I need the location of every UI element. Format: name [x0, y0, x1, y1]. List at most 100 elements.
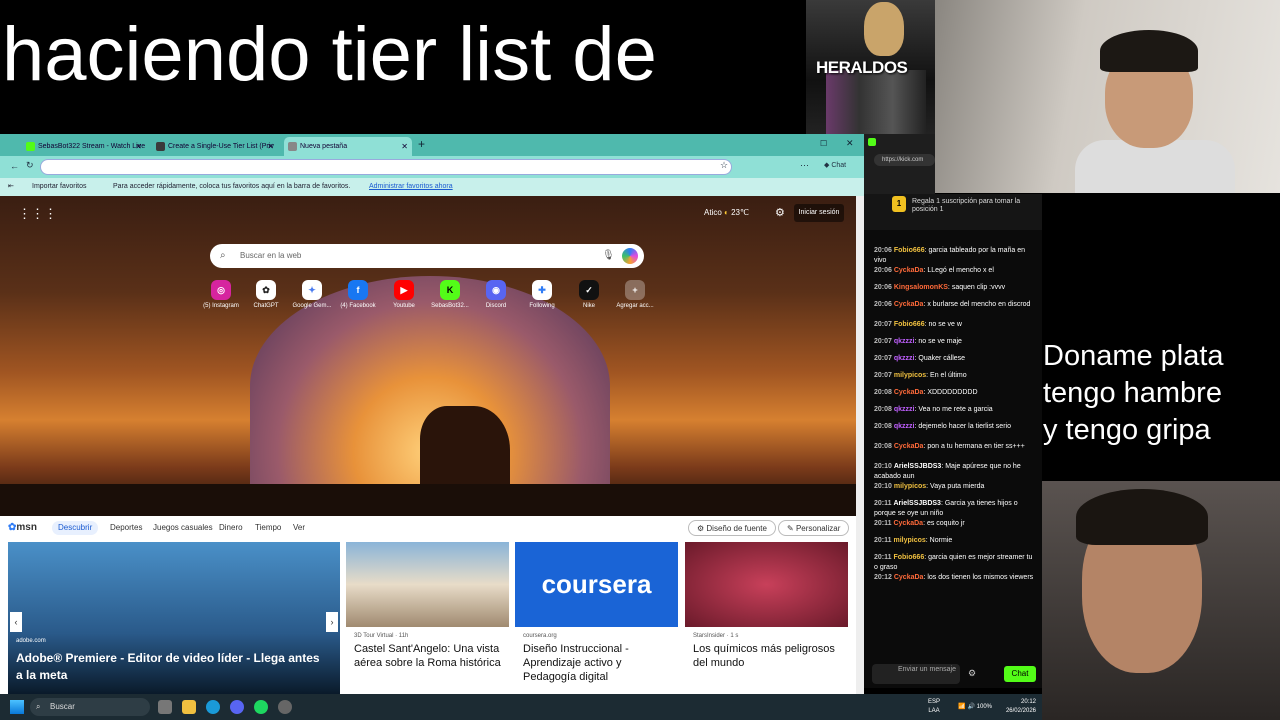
- msn-tab-watch[interactable]: Ver: [293, 516, 305, 540]
- windows-start-icon[interactable]: [10, 700, 24, 714]
- msn-tab-games[interactable]: Juegos casuales: [153, 516, 213, 540]
- message-time: 20:07: [874, 372, 892, 379]
- chat-message: 20:08 CyckaDa: XDDDDDDDDD: [874, 389, 978, 396]
- message-user[interactable]: CyckaDa: [893, 520, 923, 527]
- msn-tab-sports[interactable]: Deportes: [110, 516, 142, 540]
- shortcut-youtube[interactable]: ▶ Youtube: [381, 280, 427, 309]
- discord-icon[interactable]: [230, 700, 244, 714]
- card-source: 3D Tour Virtual · 11h: [354, 633, 409, 639]
- news-card-chemicals[interactable]: StarsInsider · 1 s Los químicos más peli…: [685, 542, 848, 694]
- message-user[interactable]: CyckaDa: [894, 389, 924, 396]
- microphone-icon[interactable]: 🎙: [602, 244, 615, 268]
- message-user[interactable]: ArielSSJBDS3: [893, 500, 940, 507]
- language-indicator[interactable]: ESP LAA: [928, 698, 940, 716]
- taskbar-search[interactable]: ⌕ Buscar: [30, 698, 150, 716]
- shortcut-add[interactable]: + Agregar acc...: [612, 280, 658, 309]
- message-user[interactable]: Fobio666: [893, 554, 924, 561]
- scrollbar[interactable]: [856, 196, 864, 694]
- refresh-icon[interactable]: ↻: [26, 160, 34, 171]
- gear-icon[interactable]: ⚙: [775, 206, 785, 219]
- message-time: 20:06: [874, 247, 892, 254]
- message-user[interactable]: Fobio666: [894, 321, 925, 328]
- message-user[interactable]: CyckaDa: [894, 267, 924, 274]
- next-arrow-icon[interactable]: ›: [326, 612, 338, 632]
- signin-button[interactable]: Iniciar sesión: [794, 204, 844, 222]
- message-user[interactable]: Fobio666: [894, 247, 925, 254]
- shortcut-kick[interactable]: K SebasBot32...: [427, 280, 473, 309]
- message-user[interactable]: qkzzzi: [894, 406, 915, 413]
- chat-message: 20:11 CyckaDa: es coquito jr: [874, 520, 965, 527]
- msn-tab-discover[interactable]: Descubrir: [52, 521, 99, 535]
- shortcut-instagram[interactable]: ◎ (5) Instagram: [198, 280, 244, 309]
- message-user[interactable]: CyckaDa: [894, 574, 924, 581]
- tab-new-tab[interactable]: Nueva pestaña ✕: [284, 137, 412, 156]
- close-icon[interactable]: ✕: [267, 137, 274, 156]
- message-user[interactable]: milypicos: [894, 483, 926, 490]
- message-user[interactable]: qkzzzi: [894, 355, 915, 362]
- tierlist-icon: [156, 142, 165, 151]
- copilot-chat-button[interactable]: ◆ Chat: [824, 161, 846, 169]
- weather-widget[interactable]: Atico ◐ 23℃: [704, 208, 749, 217]
- manage-favorites-link[interactable]: Administrar favoritos ahora: [369, 178, 453, 196]
- apps-grid-icon[interactable]: ⋮⋮⋮: [18, 206, 57, 222]
- prev-arrow-icon[interactable]: ‹: [10, 612, 22, 632]
- shortcut-nike[interactable]: ✓ Nike: [566, 280, 612, 309]
- news-card-adobe[interactable]: adobe.com Adobe® Premiere - Editor de vi…: [8, 542, 340, 694]
- chat-send-button[interactable]: Chat: [1004, 666, 1036, 682]
- message-user[interactable]: KingsalomonKS: [894, 284, 948, 291]
- webcam-hair: [1100, 30, 1198, 72]
- spotify-icon[interactable]: [254, 700, 268, 714]
- message-text: Quaker cállese: [918, 355, 966, 362]
- message-user[interactable]: milypicos: [893, 537, 925, 544]
- message-user[interactable]: CyckaDa: [894, 301, 924, 308]
- edge-icon[interactable]: [206, 700, 220, 714]
- clock[interactable]: 20:12 26/02/2026: [1006, 696, 1036, 716]
- settings-icon[interactable]: ⚙: [968, 668, 976, 679]
- close-icon[interactable]: ✕: [135, 137, 142, 156]
- message-user[interactable]: milypicos: [894, 372, 926, 379]
- message-text: los dos tienen los mismos viewers: [927, 574, 1034, 581]
- file-explorer-icon[interactable]: [182, 700, 196, 714]
- battery-indicator[interactable]: 📶 🔊 100%: [958, 703, 992, 712]
- chat-gift-banner[interactable]: 1 Regala 1 suscripción para tomar la pos…: [864, 194, 1042, 230]
- system-tray[interactable]: ESP LAA 📶 🔊 100% 20:12 26/02/2026: [928, 696, 1036, 716]
- message-time: 20:06: [874, 301, 892, 308]
- tab-tier-list[interactable]: Create a Single-Use Tier List (Priv ✕: [152, 137, 278, 156]
- new-tab-button[interactable]: +: [418, 137, 425, 151]
- star-icon[interactable]: ☆: [720, 160, 728, 171]
- shortcut-facebook[interactable]: f (4) Facebook: [335, 280, 381, 309]
- copilot-icon[interactable]: [622, 248, 638, 264]
- import-favorites-link[interactable]: Importar favoritos: [32, 178, 86, 196]
- message-text: En el último: [930, 372, 967, 379]
- news-card-coursera[interactable]: coursera coursera.org Diseño Instruccion…: [515, 542, 678, 694]
- news-card-roma[interactable]: 3D Tour Virtual · 11h Castel Sant'Angelo…: [346, 542, 509, 694]
- search-input[interactable]: ⌕ Buscar en la web 🎙: [210, 244, 644, 268]
- chat-input[interactable]: Enviar un mensaje: [872, 664, 960, 684]
- shortcut-gemini[interactable]: ✦ Google Gem...: [289, 280, 335, 309]
- msn-tab-money[interactable]: Dinero: [219, 516, 243, 540]
- shortcut-discord[interactable]: ◉ Discord: [473, 280, 519, 309]
- message-user[interactable]: ArielSSJBDS3: [894, 463, 941, 470]
- close-window-icon[interactable]: ✕: [846, 138, 854, 149]
- shortcut-chatgpt[interactable]: ✿ ChatGPT: [243, 280, 289, 309]
- message-user[interactable]: CyckaDa: [894, 443, 924, 450]
- back-icon[interactable]: ←: [10, 161, 19, 171]
- chat-url[interactable]: https://kick.com: [874, 154, 935, 166]
- message-time: 20:11: [874, 520, 892, 527]
- maximize-icon[interactable]: ☐: [820, 139, 827, 148]
- msn-tab-weather[interactable]: Tiempo: [255, 516, 281, 540]
- search-icon: ⌕: [220, 250, 226, 261]
- tab-kick-stream[interactable]: SebasBot322 Stream - Watch Live ✕: [22, 137, 146, 156]
- close-icon[interactable]: ✕: [401, 137, 408, 156]
- message-user[interactable]: qkzzzi: [894, 423, 915, 430]
- address-input[interactable]: [40, 159, 732, 175]
- card-title: Los químicos más peligrosos del mundo: [693, 643, 835, 669]
- task-view-icon[interactable]: [158, 700, 172, 714]
- msn-logo[interactable]: ✿msn: [8, 516, 37, 540]
- shortcut-following[interactable]: ✚ Following: [519, 280, 565, 309]
- obs-icon[interactable]: [278, 700, 292, 714]
- message-user[interactable]: qkzzzi: [894, 338, 915, 345]
- personalize-button[interactable]: ✎ Personalizar: [778, 520, 850, 536]
- layout-button[interactable]: ⚙ Diseño de fuente: [688, 520, 776, 536]
- more-icon[interactable]: ⋯: [800, 160, 809, 171]
